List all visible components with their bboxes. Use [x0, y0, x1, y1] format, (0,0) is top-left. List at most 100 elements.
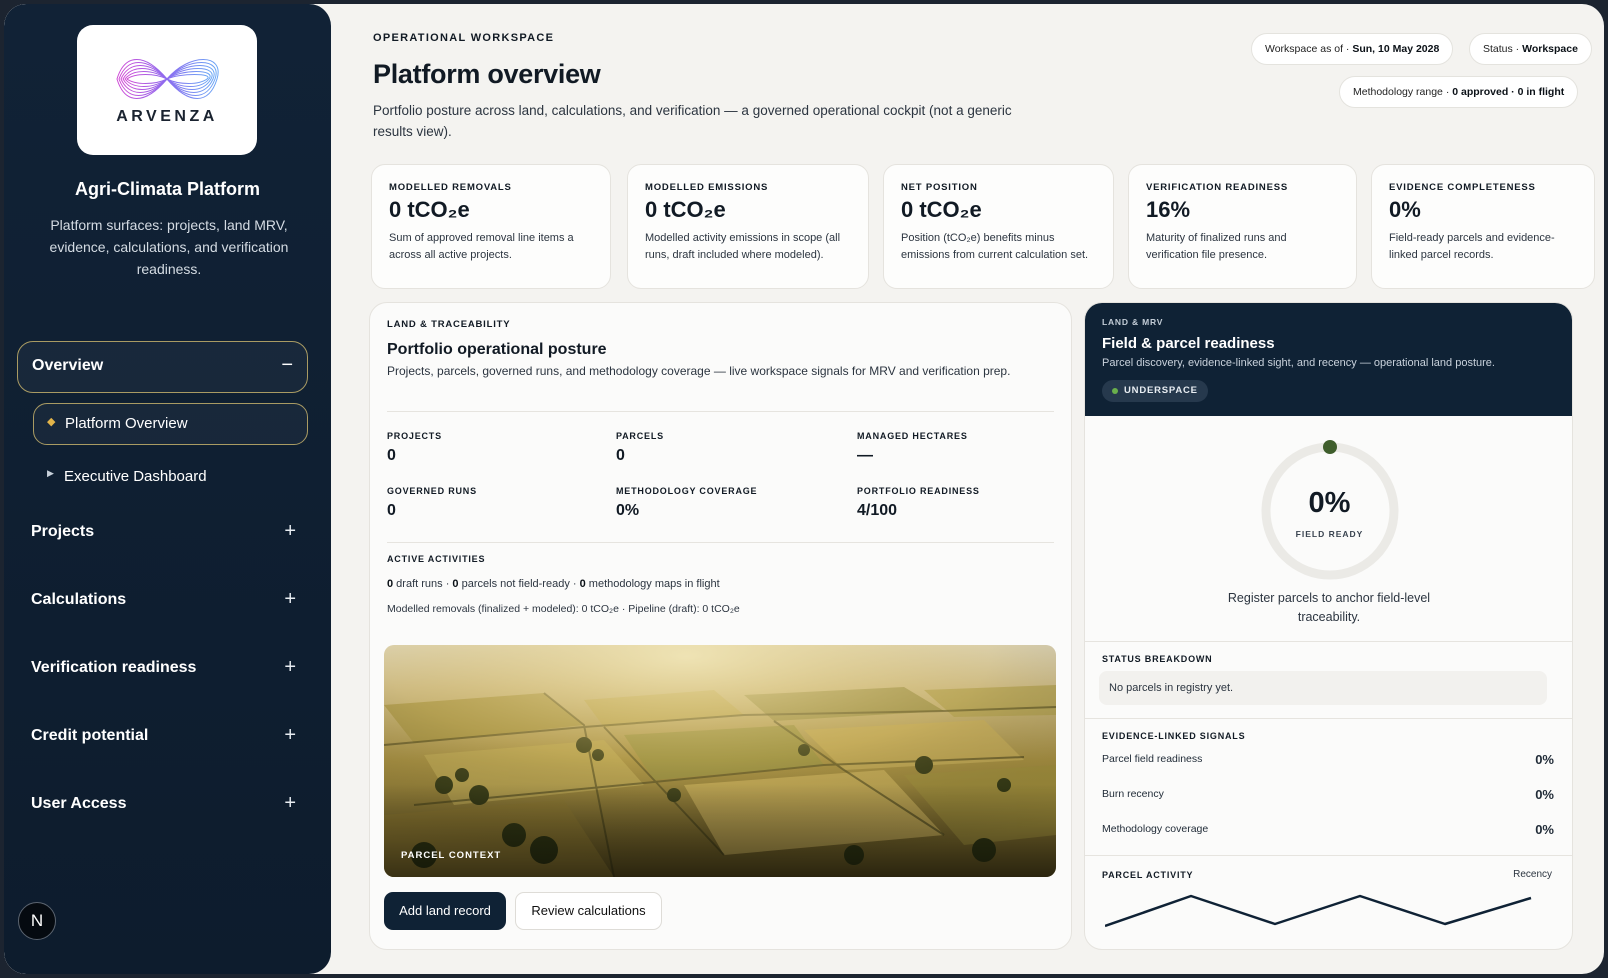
- stat-projects: PROJECTS 0: [387, 431, 442, 465]
- kpi-description: Modelled activity emissions in scope (al…: [645, 232, 841, 261]
- kpi-card-evidence-completeness: EVIDENCE COMPLETENESS 0% Field-ready par…: [1371, 164, 1595, 289]
- kpi-label: MODELLED EMISSIONS: [645, 182, 769, 193]
- stat-methodology-coverage: METHODOLOGY COVERAGE 0%: [616, 486, 757, 520]
- kpi-label: MODELLED REMOVALS: [389, 182, 512, 193]
- panel-header: LAND & MRV Field & parcel readiness Parc…: [1085, 303, 1572, 416]
- evidence-signals-eyebrow: EVIDENCE-LINKED SIGNALS: [1102, 731, 1246, 741]
- page-title: Platform overview: [373, 59, 601, 89]
- parcel-activity-eyebrow: PARCEL ACTIVITY: [1102, 870, 1194, 880]
- signal-value: 0%: [1535, 787, 1554, 802]
- nav-verification-readiness[interactable]: Verification readiness +: [31, 654, 296, 684]
- status-breakdown-eyebrow: STATUS BREAKDOWN: [1102, 654, 1213, 664]
- workspace-date-pill: Workspace as of · Sun, 10 May 2028: [1251, 33, 1454, 65]
- nav-platform-overview[interactable]: ◆ Platform Overview: [33, 403, 308, 445]
- stat-value: 0: [387, 502, 396, 519]
- logo-text: ARVENZA: [116, 108, 218, 125]
- nav-user-access-label: User Access: [31, 795, 127, 812]
- nav-calculations[interactable]: Calculations +: [31, 586, 296, 616]
- stat-label: PROJECTS: [387, 431, 442, 441]
- status-badge: UNDERSPACE: [1102, 380, 1208, 402]
- stat-value: 0%: [616, 502, 640, 519]
- field-ready-value: 0%: [1308, 487, 1351, 519]
- modelled-removals-line: Modelled removals (finalized + modeled):…: [387, 603, 740, 615]
- expand-icon[interactable]: +: [284, 656, 296, 679]
- kpi-value: 0 tCO₂e: [389, 197, 470, 222]
- stat-label: GOVERNED RUNS: [387, 486, 477, 496]
- divider: [1085, 855, 1572, 856]
- draft-runs-text: draft runs ·: [393, 578, 453, 590]
- expand-icon[interactable]: +: [284, 520, 296, 543]
- kpi-value: 0%: [1389, 197, 1421, 222]
- signal-label: Parcel field readiness: [1102, 753, 1203, 765]
- stat-label: PORTFOLIO READINESS: [857, 486, 980, 496]
- parcels-not-ready-text: parcels not field-ready ·: [458, 578, 580, 590]
- kpi-label: VERIFICATION READINESS: [1146, 182, 1288, 193]
- signal-row: Methodology coverage 0%: [1102, 822, 1554, 837]
- nav-projects[interactable]: Projects +: [31, 518, 296, 548]
- nav-overview[interactable]: Overview −: [17, 341, 308, 393]
- page-eyebrow: OPERATIONAL WORKSPACE: [373, 32, 555, 44]
- nav-verification-label: Verification readiness: [31, 659, 197, 676]
- kpi-card-modelled-removals: MODELLED REMOVALS 0 tCO₂e Sum of approve…: [371, 164, 611, 289]
- sidebar: ARVENZA Agri-Climata Platform Platform s…: [4, 4, 331, 974]
- status-breakdown-empty: No parcels in registry yet.: [1099, 671, 1547, 705]
- divider: [387, 542, 1054, 543]
- kpi-description: Position (tCO₂e) benefits minus emission…: [901, 232, 1089, 261]
- expand-icon[interactable]: +: [284, 724, 296, 747]
- active-activities-summary: 0 draft runs · 0 parcels not field-ready…: [387, 578, 720, 590]
- signal-label: Burn recency: [1102, 788, 1164, 800]
- active-activities-eyebrow: ACTIVE ACTIVITIES: [387, 554, 486, 564]
- stat-label: METHODOLOGY COVERAGE: [616, 486, 758, 496]
- kpi-description: Maturity of finalized runs and verificat…: [1146, 232, 1287, 261]
- field-parcel-readiness-panel: LAND & MRV Field & parcel readiness Parc…: [1084, 302, 1573, 950]
- panel-title: Field & parcel readiness: [1102, 335, 1275, 352]
- methodology-range-label: Methodology range ·: [1353, 86, 1453, 98]
- methodology-range-value: 0 approved · 0 in flight: [1452, 86, 1565, 98]
- nav-overview-label: Overview: [32, 357, 104, 374]
- nav-credit-label: Credit potential: [31, 727, 149, 744]
- platform-description: Platform surfaces: projects, land MRV, e…: [49, 217, 289, 277]
- status-label: Status ·: [1483, 43, 1523, 55]
- signal-value: 0%: [1535, 822, 1554, 837]
- kpi-card-verification-readiness: VERIFICATION READINESS 16% Maturity of f…: [1128, 164, 1357, 289]
- platform-name: Agri-Climata Platform: [74, 179, 261, 199]
- kpi-value: 0 tCO₂e: [901, 197, 982, 222]
- avatar[interactable]: N: [18, 902, 56, 940]
- kpi-label: NET POSITION: [901, 182, 978, 193]
- status-dot-icon: [1112, 388, 1118, 394]
- nav-executive-dashboard[interactable]: ▶ Executive Dashboard: [33, 459, 308, 495]
- signal-value: 0%: [1535, 752, 1554, 767]
- caret-right-icon: ▶: [47, 468, 54, 478]
- parcel-context-image: PARCEL CONTEXT: [384, 645, 1056, 877]
- nav-credit-potential[interactable]: Credit potential +: [31, 722, 296, 752]
- nav-user-access[interactable]: User Access +: [31, 790, 296, 820]
- parcel-activity-sparkline: [1105, 894, 1532, 928]
- stat-portfolio-readiness: PORTFOLIO READINESS 4/100: [857, 486, 980, 520]
- collapse-icon[interactable]: −: [281, 354, 293, 377]
- expand-icon[interactable]: +: [284, 792, 296, 815]
- panel-description: Parcel discovery, evidence-linked sight,…: [1102, 357, 1495, 369]
- kpi-description: Sum of approved removal line items a acr…: [389, 232, 574, 261]
- panel-eyebrow: LAND & TRACEABILITY: [387, 319, 511, 330]
- stat-parcels: PARCELS 0: [616, 431, 664, 465]
- panel-description: Projects, parcels, governed runs, and me…: [387, 364, 1011, 378]
- stat-managed-hectares: MANAGED HECTARES —: [857, 431, 968, 465]
- kpi-card-modelled-emissions: MODELLED EMISSIONS 0 tCO₂e Modelled acti…: [627, 164, 869, 289]
- divider: [1085, 641, 1572, 642]
- app-frame: ARVENZA Agri-Climata Platform Platform s…: [4, 4, 1604, 974]
- kpi-card-net-position: NET POSITION 0 tCO₂e Position (tCO₂e) be…: [883, 164, 1114, 289]
- infinity-logo-icon: [116, 59, 219, 99]
- signal-row: Parcel field readiness 0%: [1102, 752, 1554, 767]
- methodology-maps-text: methodology maps in flight: [585, 578, 720, 590]
- logo: ARVENZA: [77, 25, 257, 155]
- review-calculations-button[interactable]: Review calculations: [515, 892, 662, 930]
- diamond-icon: ◆: [47, 416, 56, 428]
- stat-value: —: [857, 447, 873, 464]
- kpi-value: 0 tCO₂e: [645, 197, 726, 222]
- ring-progress-marker: [1323, 440, 1337, 454]
- aerial-farmland-image: [384, 645, 1056, 877]
- stat-label: PARCELS: [616, 431, 664, 441]
- land-traceability-panel: LAND & TRACEABILITY Portfolio operationa…: [369, 302, 1072, 950]
- add-land-record-button[interactable]: Add land record: [384, 892, 506, 930]
- expand-icon[interactable]: +: [284, 588, 296, 611]
